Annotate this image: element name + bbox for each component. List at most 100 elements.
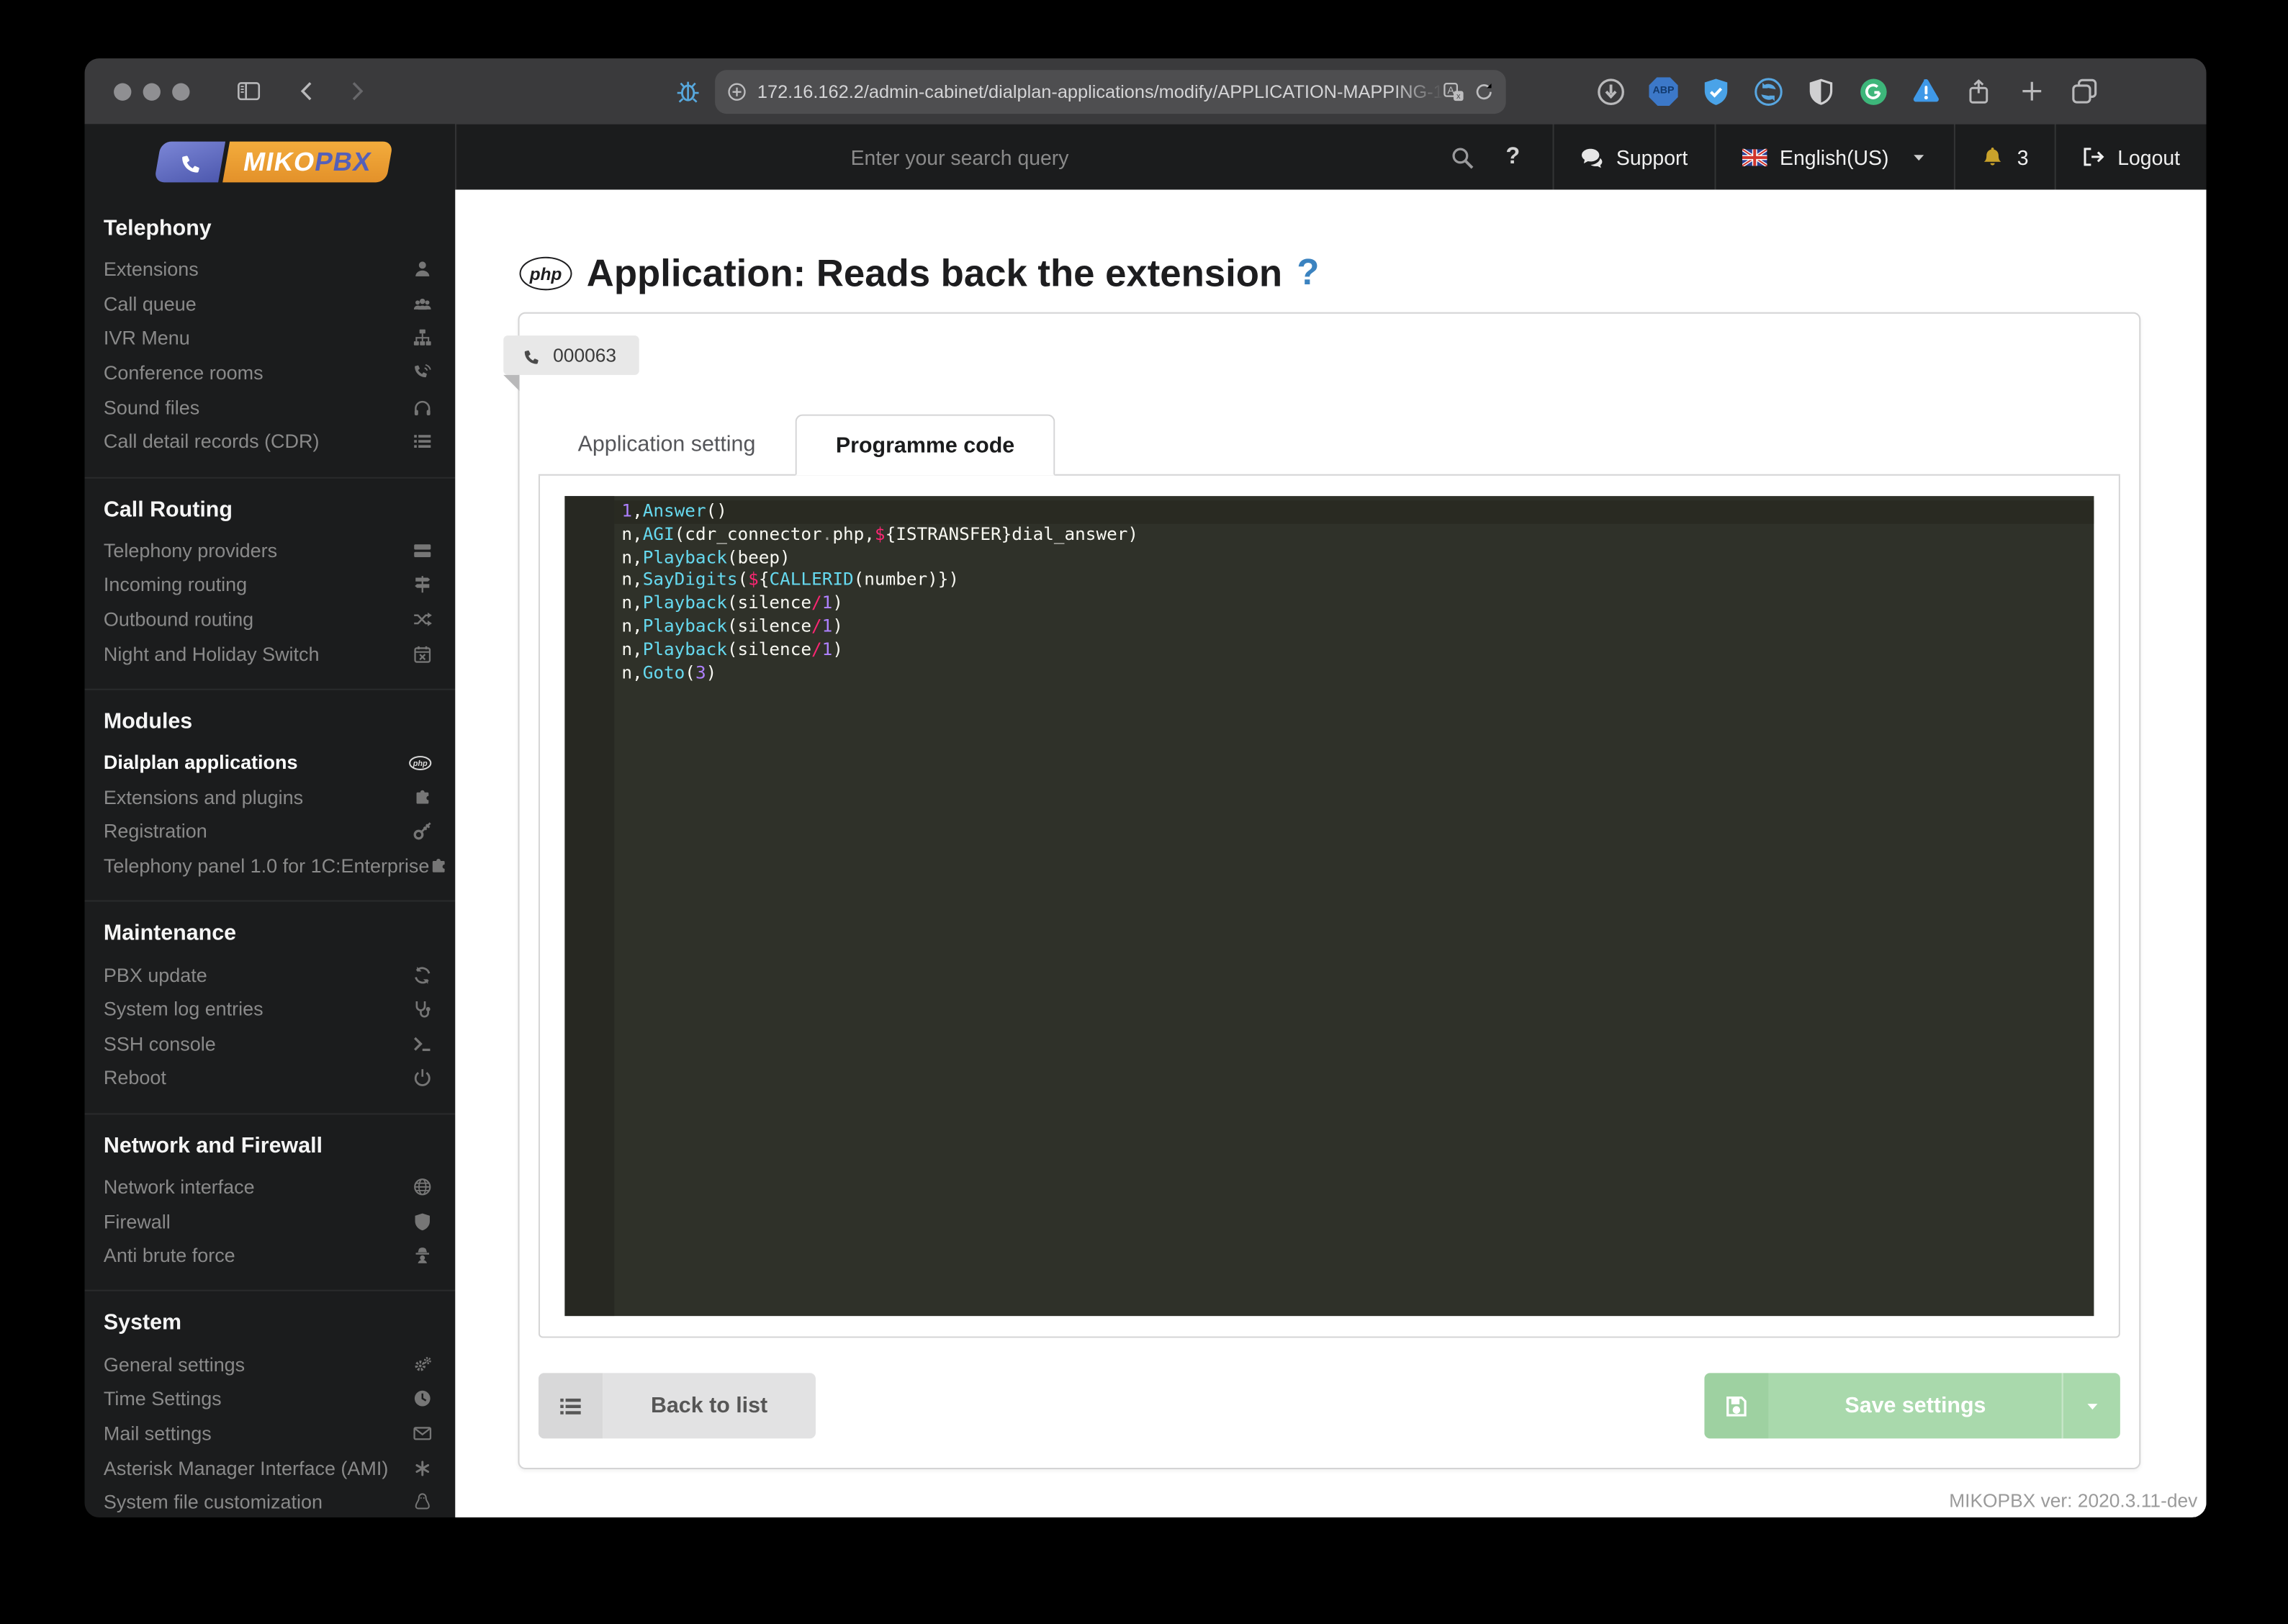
page-help-icon[interactable]: ? <box>1297 253 1319 295</box>
search-zone <box>456 143 1430 171</box>
sidebar-item-sound-files[interactable]: Sound files <box>104 390 432 425</box>
phone-volume-icon <box>413 364 432 382</box>
section-title: Network and Firewall <box>103 1133 323 1158</box>
tab-application-setting[interactable]: Application setting <box>539 415 795 474</box>
app: MIKO PBX Telephony Extensions Call queue … <box>84 124 2207 1517</box>
sidebar-item-incoming-routing[interactable]: Incoming routing <box>104 568 432 603</box>
sidebar-toggle-icon[interactable] <box>236 78 261 103</box>
main: ? Support English(US) 3 Logout <box>455 124 2207 1517</box>
window-close-button[interactable] <box>114 82 132 100</box>
support-button[interactable]: Support <box>1554 124 1714 189</box>
save-dropdown-caret[interactable] <box>2061 1373 2120 1439</box>
sidebar-item-mail-settings[interactable]: Mail settings <box>104 1416 432 1451</box>
sidebar-section-system: System General settings Time Settings Ma… <box>84 1290 456 1517</box>
search-input[interactable] <box>847 143 1430 171</box>
sitemap-icon <box>413 329 432 348</box>
sidebar-item-firewall[interactable]: Firewall <box>104 1204 432 1239</box>
page-head: php Application: Reads back the extensio… <box>519 251 1319 297</box>
phone-icon <box>523 346 540 364</box>
puzzle-icon <box>413 788 432 806</box>
user-icon <box>413 260 432 279</box>
screen: 172.16.162.2/admin-cabinet/dialplan-appl… <box>0 0 2288 1624</box>
tab-programme-code[interactable]: Programme code <box>795 414 1055 476</box>
sidebar-item-system-file-customization[interactable]: System file customization <box>104 1485 432 1517</box>
sidebar-item-time-settings[interactable]: Time Settings <box>104 1381 432 1416</box>
shield-icon <box>413 1212 432 1230</box>
section-title: System <box>103 1311 182 1336</box>
sidebar-item-reboot[interactable]: Reboot <box>104 1061 432 1096</box>
code-line[interactable]: n,Playback(beep) <box>621 546 2094 569</box>
code-line[interactable]: n,Goto(3) <box>621 662 2094 685</box>
code-line[interactable]: n,SayDigits(${CALLERID(number)}) <box>621 569 2094 592</box>
bug-extension-icon[interactable] <box>674 77 702 105</box>
save-settings-button[interactable]: Save settings <box>1704 1373 2120 1439</box>
code-line[interactable]: n,Playback(silence/1) <box>621 639 2094 662</box>
privacy-shield-icon[interactable] <box>1806 76 1836 106</box>
code-line[interactable]: n,Playback(silence/1) <box>621 592 2094 615</box>
code-lines[interactable]: 1,Answer() n,AGI(cdr_connector.php,${ISTR… <box>614 496 2094 1316</box>
language-selector[interactable]: English(US) <box>1716 124 1955 189</box>
sidebar-item-outbound-routing[interactable]: Outbound routing <box>104 603 432 637</box>
sidebar-item-extensions[interactable]: Extensions <box>104 253 432 287</box>
sidebar-item-ssh-console[interactable]: SSH console <box>104 1027 432 1061</box>
globe-icon <box>413 1178 432 1196</box>
users-icon <box>413 294 432 313</box>
section-title: Modules <box>103 708 193 734</box>
sidebar-item-dialplan-applications[interactable]: Dialplan applications <box>104 746 432 780</box>
url-text[interactable]: 172.16.162.2/admin-cabinet/dialplan-appl… <box>757 81 1443 102</box>
page-title: Application: Reads back the extension <box>586 251 1283 295</box>
sidebar-item-cdr[interactable]: Call detail records (CDR) <box>104 425 432 459</box>
code-line[interactable]: n,AGI(cdr_connector.php,${ISTRANSFER}dia… <box>621 523 2094 546</box>
sidebar-section-call-routing: Call Routing Telephony providers Incomin… <box>84 476 456 689</box>
sidebar: MIKO PBX Telephony Extensions Call queue … <box>84 124 456 1517</box>
grammarly-extension-icon[interactable] <box>1859 76 1888 106</box>
warning-extension-icon[interactable] <box>1911 76 1941 106</box>
sidebar-item-pbx-update[interactable]: PBX update <box>104 957 432 992</box>
mikopbx-logo[interactable]: MIKO PBX <box>153 141 455 183</box>
code-editor[interactable]: 1,Answer() n,AGI(cdr_connector.php,${ISTR… <box>564 496 2094 1317</box>
sidebar-item-network-interface[interactable]: Network interface <box>104 1170 432 1204</box>
notifications-button[interactable]: 3 <box>1956 124 2055 189</box>
toolbar-extensions: ABP <box>1596 58 2206 124</box>
code-line[interactable]: n,Playback(silence/1) <box>621 615 2094 639</box>
editor-gutter <box>564 496 615 1317</box>
back-icon[interactable] <box>296 80 317 102</box>
code-line[interactable]: 1,Answer() <box>614 500 2094 524</box>
sidebar-item-system-log-entries[interactable]: System log entries <box>104 992 432 1027</box>
window-minimize-button[interactable] <box>143 82 161 100</box>
sidebar-item-registration[interactable]: Registration <box>104 814 432 849</box>
extension-ribbon: 000063 <box>503 335 640 392</box>
sync-extension-icon[interactable] <box>1754 76 1783 106</box>
key-icon <box>413 822 432 841</box>
calendar-times-icon <box>413 644 432 663</box>
logout-button[interactable]: Logout <box>2056 124 2206 189</box>
puzzle-icon <box>429 857 448 875</box>
site-settings-icon[interactable] <box>726 82 747 102</box>
search-icon[interactable] <box>1450 145 1473 168</box>
terminal-icon <box>413 1034 432 1053</box>
reload-icon[interactable] <box>1474 82 1494 102</box>
new-tab-icon[interactable] <box>2017 76 2046 106</box>
adblock-extension-icon[interactable]: ABP <box>1649 76 1678 106</box>
sidebar-item-extensions-plugins[interactable]: Extensions and plugins <box>104 780 432 814</box>
translate-icon[interactable] <box>1443 81 1464 102</box>
sidebar-item-ivr-menu[interactable]: IVR Menu <box>104 321 432 356</box>
window-zoom-button[interactable] <box>172 82 190 100</box>
cogs-icon <box>413 1355 432 1373</box>
sidebar-item-telephony-providers[interactable]: Telephony providers <box>104 533 432 568</box>
tab-menu: Application setting Programme code <box>538 414 2120 476</box>
shield-check-extension-icon[interactable] <box>1701 76 1731 106</box>
sidebar-item-conference-rooms[interactable]: Conference rooms <box>104 356 432 390</box>
downloads-icon[interactable] <box>1596 76 1626 106</box>
sidebar-item-telephony-panel-1c[interactable]: Telephony panel 1.0 for 1C:Enterprise <box>104 849 432 883</box>
sidebar-item-night-holiday-switch[interactable]: Night and Holiday Switch <box>104 636 432 671</box>
share-icon[interactable] <box>1964 76 1994 106</box>
sidebar-item-ami[interactable]: Asterisk Manager Interface (AMI) <box>104 1451 432 1485</box>
sidebar-item-call-queue[interactable]: Call queue <box>104 287 432 321</box>
sidebar-item-anti-brute-force[interactable]: Anti brute force <box>104 1238 432 1273</box>
sidebar-item-general-settings[interactable]: General settings <box>104 1348 432 1382</box>
help-icon[interactable]: ? <box>1505 144 1520 170</box>
address-bar[interactable]: 172.16.162.2/admin-cabinet/dialplan-appl… <box>715 70 1506 114</box>
tab-overview-icon[interactable] <box>2069 76 2099 106</box>
back-to-list-button[interactable]: Back to list <box>538 1373 816 1439</box>
